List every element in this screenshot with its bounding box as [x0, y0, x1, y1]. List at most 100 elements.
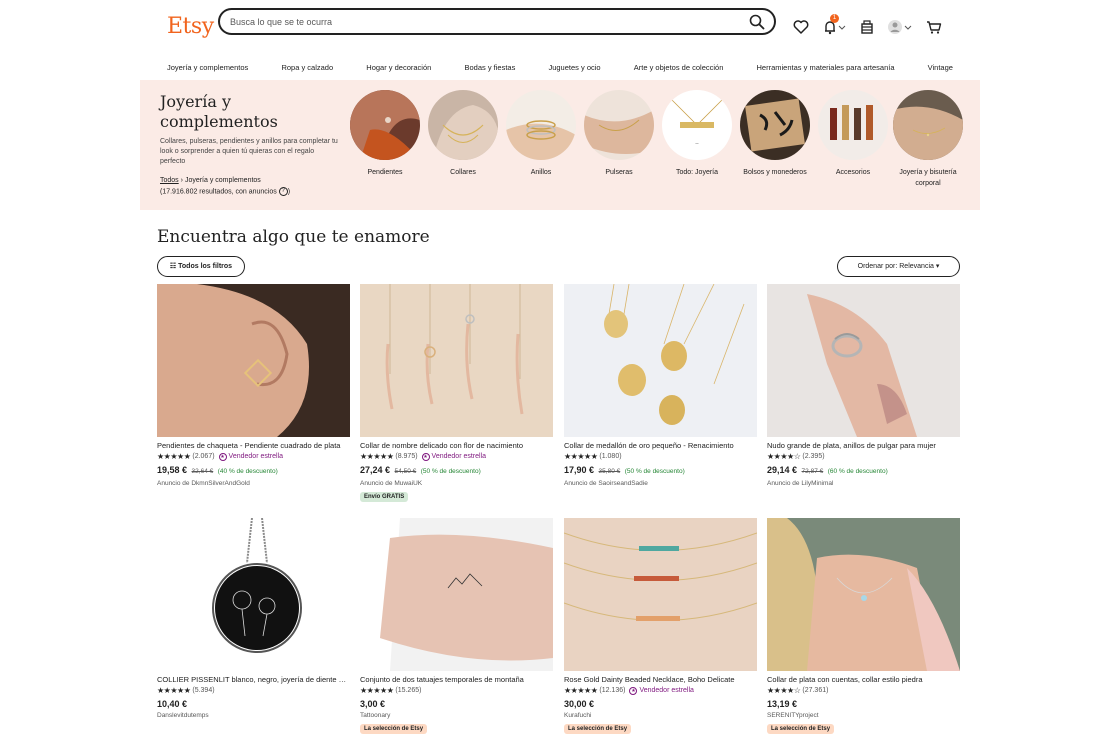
- review-count: (5.394): [192, 687, 215, 694]
- product-card[interactable]: Conjunto de dos tatuajes temporales de m…: [360, 518, 553, 734]
- sort-dropdown[interactable]: Ordenar por: Relevancia ▾: [837, 256, 960, 277]
- category-label[interactable]: Accesorios: [813, 167, 893, 178]
- product-card[interactable]: Collar de nombre delicado con flor de na…: [360, 284, 553, 502]
- category-image-anillos[interactable]: [506, 90, 576, 160]
- review-count: (1.080): [599, 453, 622, 460]
- price-row: 10,40 €: [157, 698, 350, 710]
- nav-item-hogar[interactable]: Hogar y decoración: [359, 58, 438, 78]
- product-image[interactable]: [360, 518, 553, 671]
- product-card[interactable]: Collar de medallón de oro pequeño - Rena…: [564, 284, 757, 489]
- product-title[interactable]: Collar de nombre delicado con flor de na…: [360, 440, 553, 451]
- star-seller-icon: ★: [629, 686, 638, 695]
- discount: (50 % de descuento): [420, 468, 481, 475]
- rating-row: ★★★★★ (2.067) ★ Vendedor estrella: [157, 451, 350, 462]
- heart-icon[interactable]: [792, 18, 810, 36]
- product-title[interactable]: COLLIER PISSENLIT blanco, negro, joyería…: [157, 674, 350, 685]
- price-row: 3,00 €: [360, 698, 553, 710]
- breadcrumb-all-link[interactable]: Todos: [160, 177, 179, 184]
- price-row: 17,90 € 35,80 € (50 % de descuento): [564, 464, 757, 478]
- product-card[interactable]: Nudo grande de plata, anillos de pulgar …: [767, 284, 960, 489]
- shop-name[interactable]: SERENITYproject: [767, 710, 960, 721]
- nav-item-arte[interactable]: Arte y objetos de colección: [627, 58, 731, 78]
- star-rating: ★★★★★: [360, 452, 394, 461]
- category-label[interactable]: Joyería y bisutería corporal: [888, 167, 968, 189]
- search-bar[interactable]: [218, 8, 776, 35]
- review-count: (12.136): [599, 687, 626, 694]
- category-label[interactable]: Bolsos y monederos: [735, 167, 815, 178]
- shop-name[interactable]: Anuncio de MuwaiUK: [360, 478, 553, 489]
- sort-label: Ordenar por: Relevancia: [857, 263, 934, 270]
- all-filters-button[interactable]: ☷ Todos los filtros: [157, 256, 245, 277]
- product-image[interactable]: [767, 284, 960, 437]
- product-image[interactable]: [360, 284, 553, 437]
- product-title[interactable]: Rose Gold Dainty Beaded Necklace, Boho D…: [564, 674, 757, 685]
- discount: (60 % de descuento): [827, 468, 888, 475]
- category-image-pulseras[interactable]: [584, 90, 654, 160]
- original-price: 72,87 €: [801, 468, 824, 475]
- search-icon[interactable]: [748, 13, 766, 31]
- category-image-pendientes[interactable]: [350, 90, 420, 160]
- filter-icon: ☷: [169, 263, 179, 270]
- avatar-icon[interactable]: [886, 18, 904, 36]
- nav-item-ropa[interactable]: Ropa y calzado: [274, 58, 340, 78]
- nav-item-bodas[interactable]: Bodas y fiestas: [457, 58, 522, 78]
- rating-row: ★★★★★ (12.136) ★ Vendedor estrella: [564, 685, 757, 696]
- nav-item-joyeria[interactable]: Joyería y complementos: [160, 58, 255, 78]
- category-image-collares[interactable]: [428, 90, 498, 160]
- category-image-corporal[interactable]: [893, 90, 963, 160]
- category-label[interactable]: Collares: [423, 167, 503, 178]
- product-card[interactable]: Pendientes de chaqueta - Pendiente cuadr…: [157, 284, 350, 489]
- chevron-down-icon[interactable]: [838, 18, 846, 36]
- shop-name[interactable]: Danslevitdutemps: [157, 710, 350, 721]
- category-nav: Joyería y complementos Ropa y calzado Ho…: [160, 58, 960, 78]
- product-title[interactable]: Collar de medallón de oro pequeño - Rena…: [564, 440, 757, 451]
- price-row: 13,19 €: [767, 698, 960, 710]
- nav-item-juguetes[interactable]: Juguetes y ocio: [541, 58, 607, 78]
- cart-icon[interactable]: [925, 18, 943, 36]
- category-label[interactable]: Pulseras: [579, 167, 659, 178]
- category-image-bolsos[interactable]: [740, 90, 810, 160]
- product-image[interactable]: [157, 518, 350, 671]
- category-image-todo-joyeria[interactable]: ~: [662, 90, 732, 160]
- category-label[interactable]: Pendientes: [345, 167, 425, 178]
- star-rating: ★★★★★: [157, 686, 191, 695]
- price: 13,19 €: [767, 699, 798, 709]
- product-image[interactable]: [564, 284, 757, 437]
- nav-item-herramientas[interactable]: Herramientas y materiales para artesanía: [750, 58, 902, 78]
- chevron-down-icon[interactable]: [904, 18, 912, 36]
- product-card[interactable]: COLLIER PISSENLIT blanco, negro, joyería…: [157, 518, 350, 721]
- shop-name[interactable]: Kurafuchi: [564, 710, 757, 721]
- product-title[interactable]: Conjunto de dos tatuajes temporales de m…: [360, 674, 553, 685]
- banner-description: Collares, pulseras, pendientes y anillos…: [160, 138, 338, 165]
- product-title[interactable]: Nudo grande de plata, anillos de pulgar …: [767, 440, 960, 451]
- product-title[interactable]: Pendientes de chaqueta - Pendiente cuadr…: [157, 440, 350, 451]
- star-rating: ★★★★★: [360, 686, 394, 695]
- shop-name[interactable]: Anuncio de DkmnSilverAndGold: [157, 478, 350, 489]
- category-label[interactable]: Anillos: [501, 167, 581, 178]
- product-card[interactable]: Collar de plata con cuentas, collar esti…: [767, 518, 960, 734]
- product-image[interactable]: [767, 518, 960, 671]
- nav-item-vintage[interactable]: Vintage: [921, 58, 960, 78]
- info-icon[interactable]: ?: [278, 187, 288, 196]
- star-seller-icon: ★: [218, 452, 227, 461]
- product-image[interactable]: [157, 284, 350, 437]
- price: 3,00 €: [360, 699, 386, 709]
- gift-icon[interactable]: [858, 18, 876, 36]
- product-title[interactable]: Collar de plata con cuentas, collar esti…: [767, 674, 960, 685]
- shop-name[interactable]: Tattoonary: [360, 710, 553, 721]
- product-card[interactable]: Rose Gold Dainty Beaded Necklace, Boho D…: [564, 518, 757, 734]
- results-count: (17.916.802 resultados, con anuncios ?): [160, 187, 290, 196]
- search-input[interactable]: [230, 15, 730, 29]
- product-image[interactable]: [564, 518, 757, 671]
- category-label[interactable]: Todo: Joyería: [657, 167, 737, 178]
- category-image-accesorios[interactable]: [818, 90, 888, 160]
- review-count: (2.067): [192, 453, 215, 460]
- section-title: Encuentra algo que te enamore: [157, 227, 430, 247]
- etsy-logo[interactable]: Etsy: [167, 14, 214, 39]
- shop-name[interactable]: Anuncio de LilyMinimal: [767, 478, 960, 489]
- discount: (40 % de descuento): [217, 468, 278, 475]
- review-count: (27.361): [802, 687, 829, 694]
- original-price: 35,80 €: [598, 468, 621, 475]
- shop-name[interactable]: Anuncio de SaoirseandSadie: [564, 478, 757, 489]
- svg-text:~: ~: [695, 141, 699, 147]
